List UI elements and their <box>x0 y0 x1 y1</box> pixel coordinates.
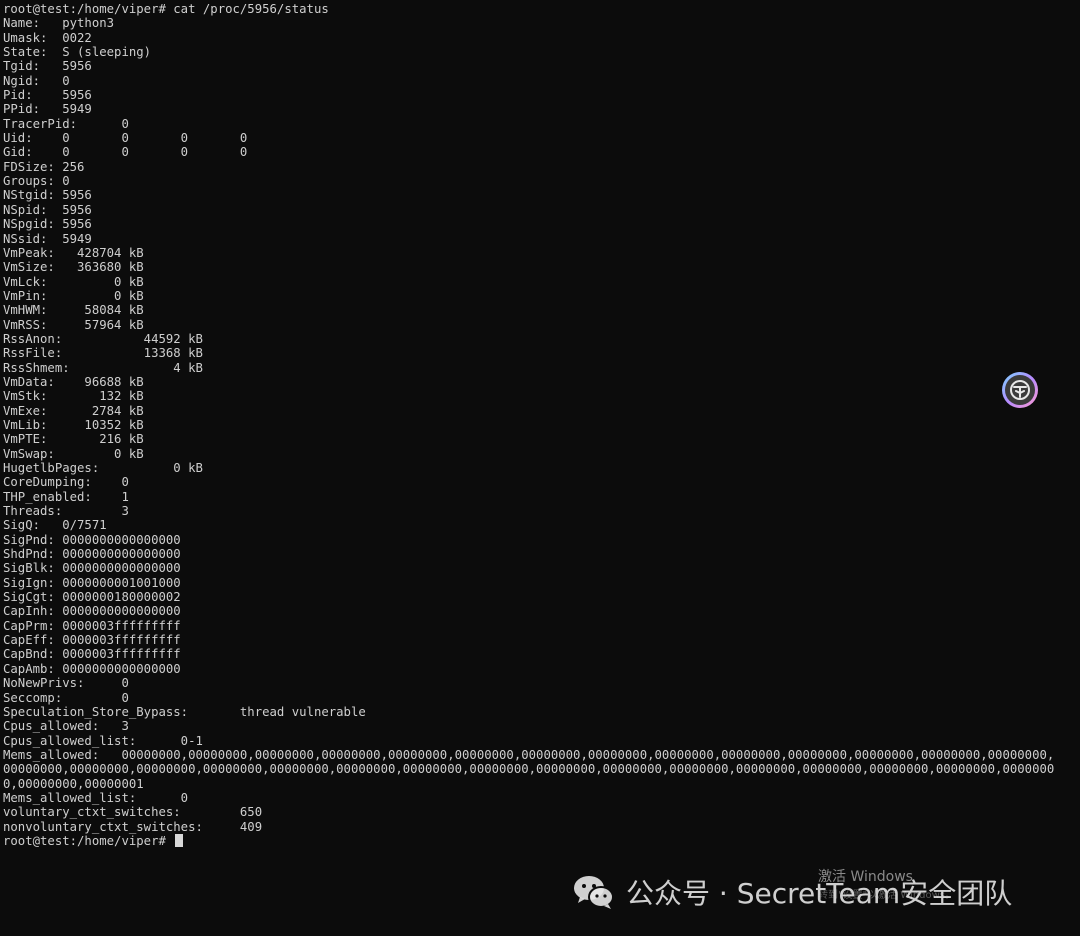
terminal-line: CoreDumping: 0 <box>3 475 129 490</box>
terminal-line: 00000000,00000000,00000000,00000000,0000… <box>3 762 1055 777</box>
terminal-line: VmStk: 132 kB <box>3 389 144 404</box>
terminal-line: Pid: 5956 <box>3 88 92 103</box>
terminal-line: Threads: 3 <box>3 504 129 519</box>
terminal-line: nonvoluntary_ctxt_switches: 409 <box>3 819 263 834</box>
terminal-line: TracerPid: 0 <box>3 116 129 131</box>
terminal-line: Name: python3 <box>3 16 115 31</box>
terminal-line: CapEff: 0000003fffffffff <box>3 633 181 648</box>
terminal-line: SigIgn: 0000000001001000 <box>3 575 181 590</box>
terminal-prompt[interactable]: root@test:/home/viper# <box>3 833 1054 848</box>
terminal-line: THP_enabled: 1 <box>3 489 129 504</box>
terminal-line: CapPrm: 0000003fffffffff <box>3 618 181 633</box>
terminal-line: PPid: 5949 <box>3 102 92 117</box>
terminal-window[interactable]: root@test:/home/viper# cat /proc/5956/st… <box>0 0 1080 936</box>
terminal-line: SigQ: 0/7571 <box>3 518 107 533</box>
terminal-line: 0,00000000,00000001 <box>3 776 144 791</box>
terminal-line: SigCgt: 0000000180000002 <box>3 590 181 605</box>
watermark: 公众号 · SecretTeam安全团队 <box>572 872 1012 912</box>
terminal-line: NStgid: 5956 <box>3 188 92 203</box>
terminal-line: SigPnd: 0000000000000000 <box>3 532 181 547</box>
terminal-line: VmPTE: 216 kB <box>3 432 144 447</box>
terminal-line: Mems_allowed: 00000000,00000000,00000000… <box>3 747 1055 762</box>
terminal-line: State: S (sleeping) <box>3 45 152 60</box>
terminal-line: HugetlbPages: 0 kB <box>3 461 203 475</box>
terminal-line: VmLib: 10352 kB <box>3 417 144 432</box>
terminal-line: ShdPnd: 0000000000000000 <box>3 547 181 562</box>
terminal-line: VmLck: 0 kB <box>3 274 144 289</box>
terminal-line: RssAnon: 44592 kB <box>3 331 203 346</box>
terminal-line: NoNewPrivs: 0 <box>3 676 129 691</box>
terminal-line: Uid: 0 0 0 0 <box>3 131 248 146</box>
terminal-line: NSpgid: 5956 <box>3 217 92 232</box>
terminal-line: voluntary_ctxt_switches: 650 <box>3 805 263 820</box>
terminal-line: RssFile: 13368 kB <box>3 346 203 361</box>
terminal-output: root@test:/home/viper# cat /proc/5956/st… <box>3 2 1054 848</box>
terminal-line: CapAmb: 0000000000000000 <box>3 661 181 676</box>
assistive-float-button[interactable] <box>1002 372 1038 408</box>
terminal-line: VmSwap: 0 kB <box>3 446 144 461</box>
prompt-text: root@test:/home/viper# <box>3 833 174 848</box>
terminal-line: VmData: 96688 kB <box>3 374 144 389</box>
terminal-line: Seccomp: 0 <box>3 690 129 705</box>
terminal-line: Ngid: 0 <box>3 73 70 88</box>
terminal-line: VmPeak: 428704 kB <box>3 245 144 260</box>
terminal-line: Gid: 0 0 0 0 <box>3 145 248 160</box>
terminal-line: SigBlk: 0000000000000000 <box>3 561 181 576</box>
terminal-line: VmHWM: 58084 kB <box>3 303 144 318</box>
terminal-line: VmSize: 363680 kB <box>3 260 144 275</box>
terminal-line: CapBnd: 0000003fffffffff <box>3 647 181 662</box>
terminal-line: Speculation_Store_Bypass: thread vulnera… <box>3 704 366 719</box>
terminal-line: Tgid: 5956 <box>3 59 92 74</box>
terminal-line: VmRSS: 57964 kB <box>3 317 144 332</box>
terminal-line: NSpid: 5956 <box>3 202 92 217</box>
terminal-line: Cpus_allowed: 3 <box>3 719 129 734</box>
terminal-line: Groups: 0 <box>3 174 70 189</box>
terminal-line: root@test:/home/viper# cat /proc/5956/st… <box>3 2 329 16</box>
terminal-line: VmPin: 0 kB <box>3 288 144 303</box>
terminal-line: CapInh: 0000000000000000 <box>3 604 181 619</box>
terminal-line: NSsid: 5949 <box>3 231 92 246</box>
terminal-line: Umask: 0022 <box>3 30 92 45</box>
terminal-line: FDSize: 256 <box>3 159 85 174</box>
wechat-icon <box>574 876 614 909</box>
terminal-line: Mems_allowed_list: 0 <box>3 790 189 805</box>
terminal-line: Cpus_allowed_list: 0-1 <box>3 733 203 748</box>
text-cursor <box>175 833 184 847</box>
watermark-text: 公众号 · SecretTeam安全团队 <box>626 877 1013 910</box>
terminal-line: VmExe: 2784 kB <box>3 403 144 418</box>
terminal-line: RssShmem: 4 kB <box>3 360 203 375</box>
assistive-logo-icon <box>1005 375 1035 405</box>
